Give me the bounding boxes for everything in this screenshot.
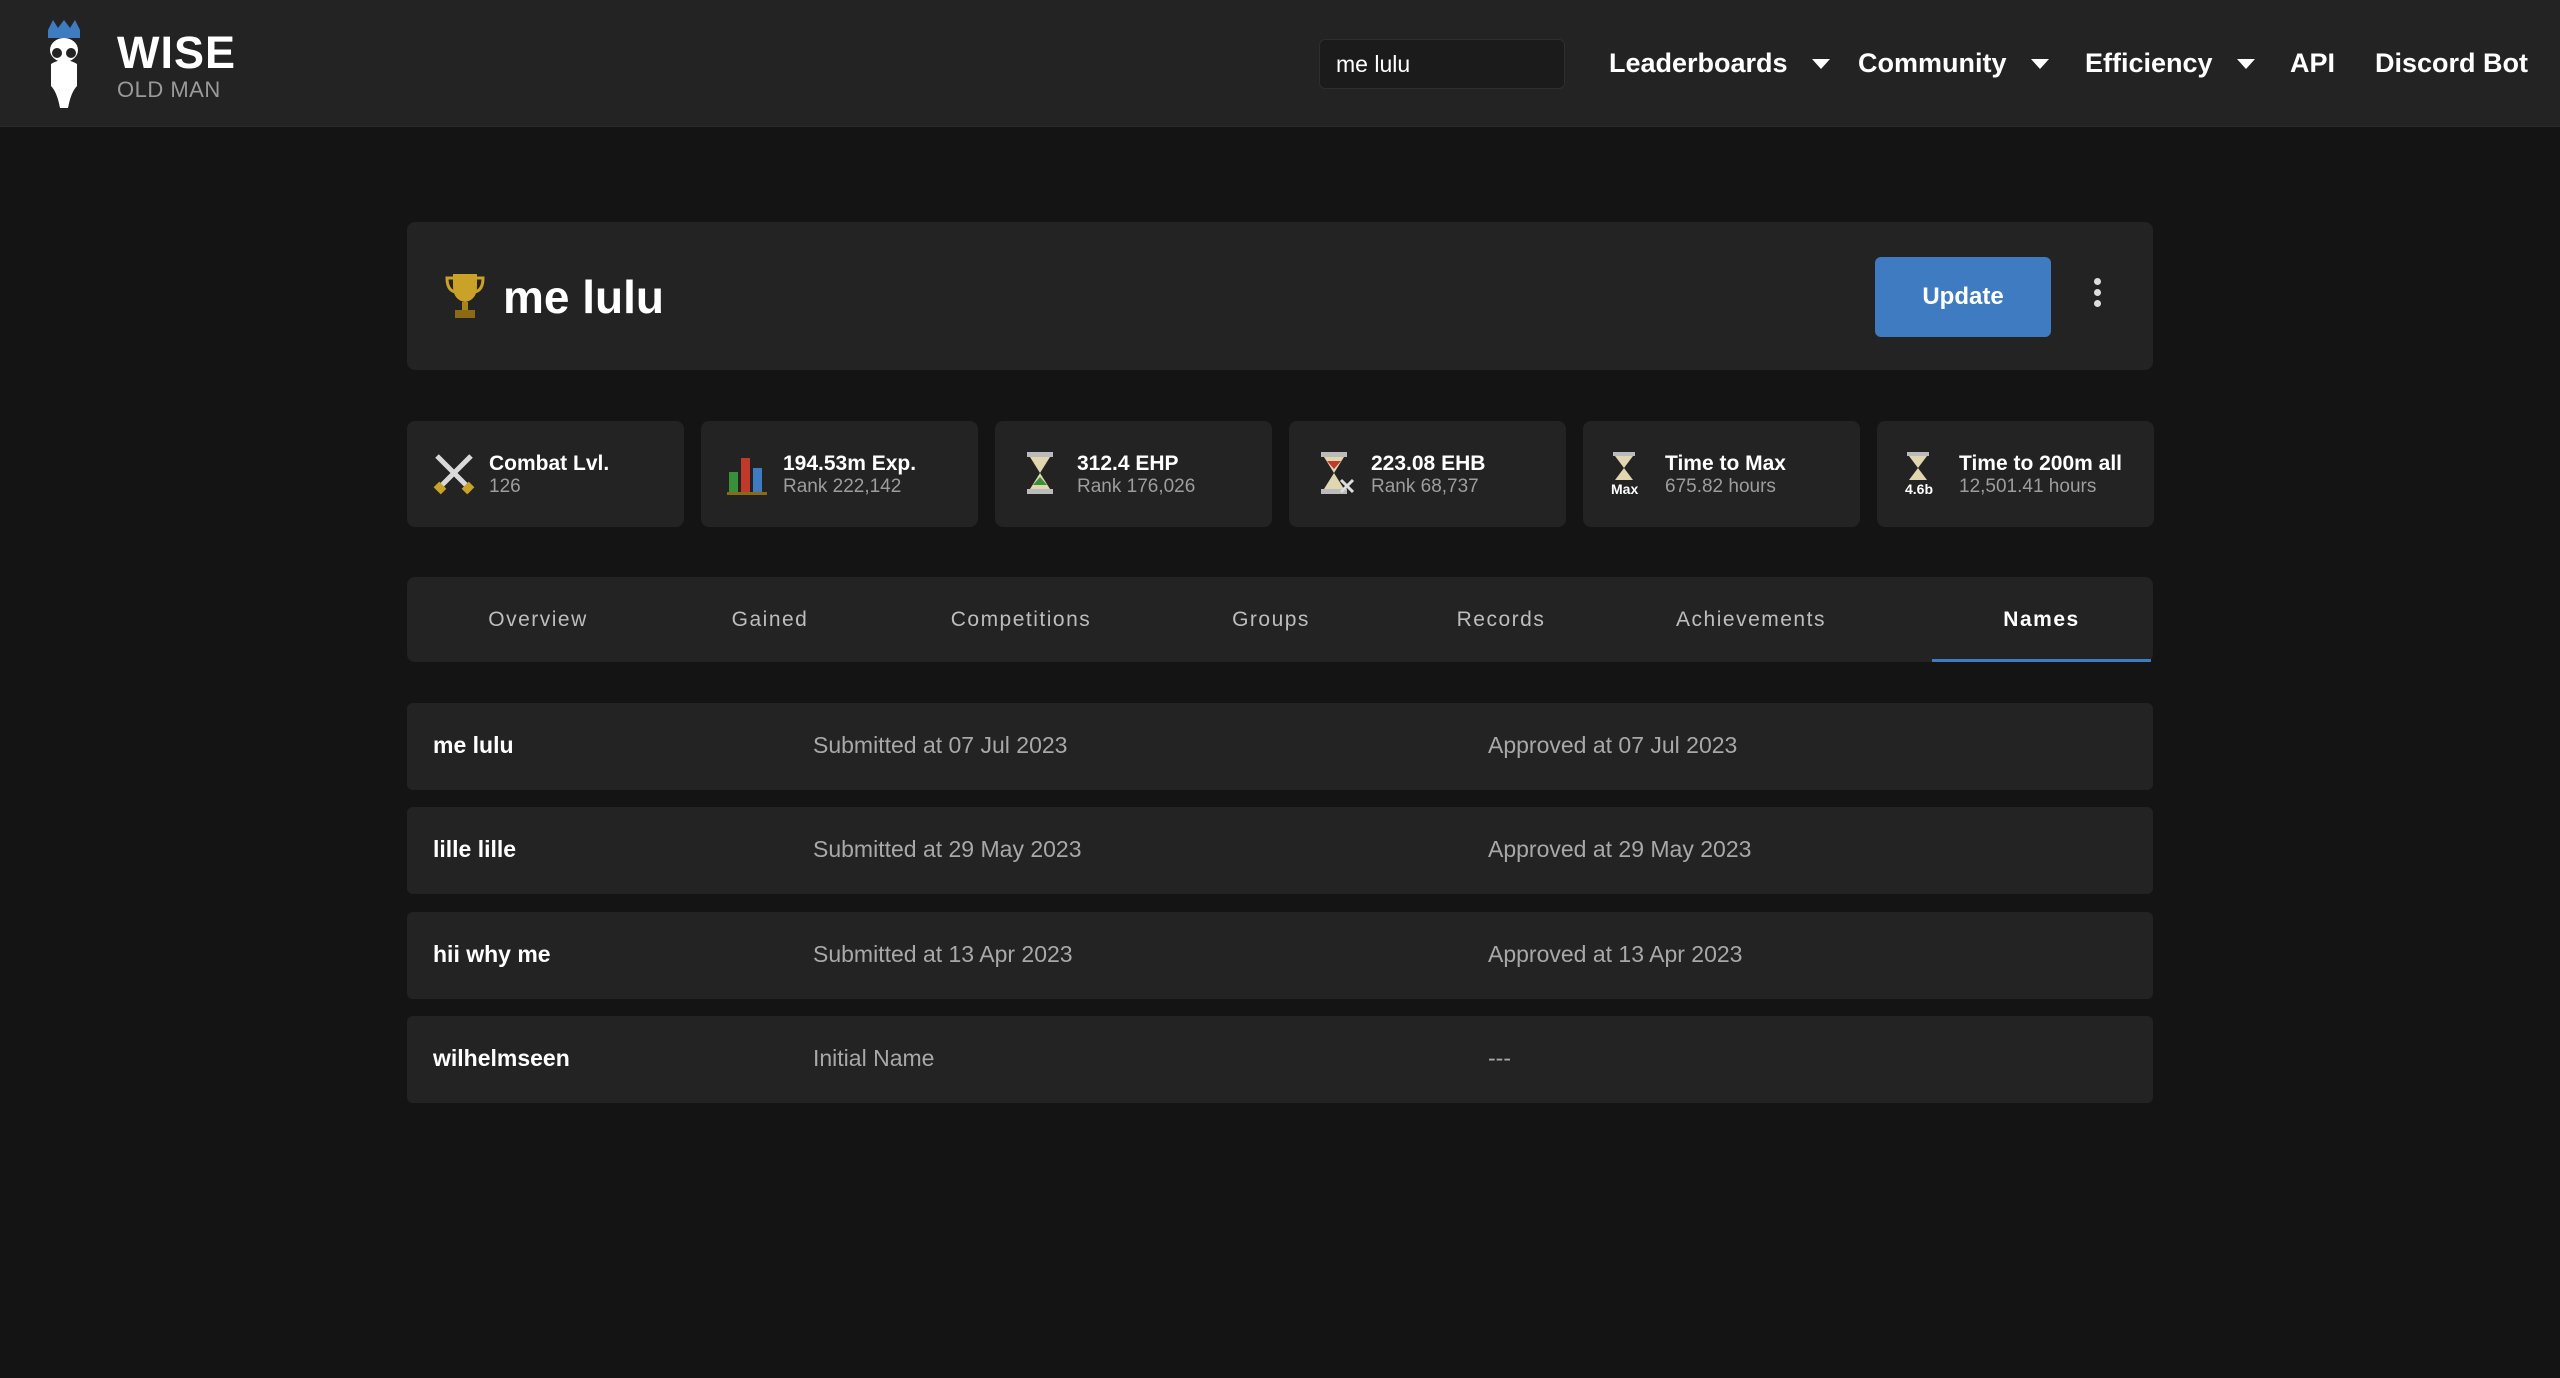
nav-community[interactable]: Community — [1858, 48, 2049, 79]
stat-title: 194.53m Exp. — [783, 452, 917, 475]
stat-title: 312.4 EHP — [1077, 452, 1179, 475]
tab-gained[interactable]: Gained — [689, 577, 851, 662]
nav-community-label: Community — [1858, 48, 2007, 78]
chevron-down-icon — [2236, 58, 2255, 69]
brand-logo-link[interactable]: WISE OLD MAN — [44, 20, 236, 110]
name-change-approved: Approved at 29 May 2023 — [1488, 836, 1752, 862]
chevron-down-icon — [1811, 58, 1830, 69]
stat-sub: Rank 222,142 — [783, 476, 902, 497]
name-change-submitted: Submitted at 13 Apr 2023 — [813, 941, 1073, 967]
nav-api-label: API — [2290, 48, 2336, 78]
name-change-name: me lulu — [433, 732, 514, 758]
max-badge: Max — [1611, 481, 1638, 496]
nav-discord-bot[interactable]: Discord Bot — [2375, 48, 2528, 79]
name-change-row: lille lille Submitted at 29 May 2023 App… — [407, 807, 2153, 894]
tab-names[interactable]: Names — [1932, 577, 2151, 662]
stat-card-time-to-200m: 4.6b Time to 200m all 12,501.41 hours — [1877, 421, 2154, 527]
name-change-name: lille lille — [433, 836, 517, 862]
nav-efficiency-label: Efficiency — [2085, 48, 2213, 78]
chevron-down-icon — [2030, 58, 2049, 69]
nav-efficiency[interactable]: Efficiency — [2085, 48, 2255, 79]
overall-exp-icon — [727, 458, 767, 495]
stat-sub: Rank 176,026 — [1077, 476, 1196, 497]
wise-old-man-logo-icon — [48, 20, 80, 108]
combat-icon — [433, 454, 475, 495]
200m-hourglass-icon: 4.6b — [1905, 452, 1933, 496]
stat-sub: 12,501.41 hours — [1959, 476, 2097, 497]
nav-api[interactable]: API — [2290, 48, 2335, 79]
stat-title: Combat Lvl. — [489, 452, 610, 475]
stat-card-exp: 194.53m Exp. Rank 222,142 — [701, 421, 978, 527]
stat-card-combat: Combat Lvl. 126 — [407, 421, 684, 527]
stat-sub: 675.82 hours — [1665, 476, 1776, 497]
name-change-submitted: Initial Name — [813, 1045, 935, 1071]
tab-overview[interactable]: Overview — [457, 577, 619, 662]
stat-title: Time to 200m all — [1959, 452, 2123, 475]
name-change-name: wilhelmseen — [433, 1045, 570, 1071]
update-button[interactable]: Update — [1875, 257, 2051, 337]
more-options-icon[interactable] — [2087, 274, 2107, 320]
player-search-input[interactable] — [1319, 39, 1565, 89]
nav-leaderboards[interactable]: Leaderboards — [1609, 48, 1830, 79]
200m-badge: 4.6b — [1905, 481, 1933, 496]
name-change-row: wilhelmseen Initial Name --- — [407, 1016, 2153, 1103]
stat-card-ehp: 312.4 EHP Rank 176,026 — [995, 421, 1272, 527]
stat-sub: Rank 68,737 — [1371, 476, 1479, 497]
stat-card-time-to-max: Max Time to Max 675.82 hours — [1583, 421, 1860, 527]
name-change-row: me lulu Submitted at 07 Jul 2023 Approve… — [407, 703, 2153, 790]
name-change-name: hii why me — [433, 941, 551, 967]
nav-leaderboards-label: Leaderboards — [1609, 48, 1788, 78]
stat-sub: 126 — [489, 476, 521, 497]
name-change-approved: Approved at 13 Apr 2023 — [1488, 941, 1743, 967]
name-change-approved: Approved at 07 Jul 2023 — [1488, 732, 1738, 758]
tab-achievements[interactable]: Achievements — [1651, 577, 1851, 662]
name-change-submitted: Submitted at 29 May 2023 — [813, 836, 1082, 862]
tab-groups[interactable]: Groups — [1191, 577, 1351, 662]
brand-title: WISE — [117, 26, 237, 78]
nav-discord-bot-label: Discord Bot — [2375, 48, 2529, 78]
max-hourglass-icon: Max — [1611, 452, 1638, 496]
tab-records[interactable]: Records — [1421, 577, 1581, 662]
ehp-hourglass-icon — [1027, 452, 1053, 494]
name-change-row: hii why me Submitted at 13 Apr 2023 Appr… — [407, 912, 2153, 999]
top-navbar: WISE OLD MAN Leaderboards Community Effi… — [0, 0, 2560, 127]
profile-tabs: Overview Gained Competitions Groups Reco… — [407, 577, 2153, 662]
brand-subtitle: OLD MAN — [117, 76, 221, 102]
stat-title: 223.08 EHB — [1371, 452, 1486, 475]
name-change-submitted: Submitted at 07 Jul 2023 — [813, 732, 1068, 758]
trophy-icon — [445, 274, 485, 318]
stat-title: Time to Max — [1665, 452, 1786, 475]
name-change-approved: --- — [1488, 1045, 1511, 1071]
tab-competitions[interactable]: Competitions — [921, 577, 1121, 662]
ehb-hourglass-icon — [1321, 452, 1355, 494]
player-header-card: me lulu Update — [407, 222, 2153, 370]
player-name: me lulu — [503, 271, 665, 323]
stat-card-ehb: 223.08 EHB Rank 68,737 — [1289, 421, 1566, 527]
